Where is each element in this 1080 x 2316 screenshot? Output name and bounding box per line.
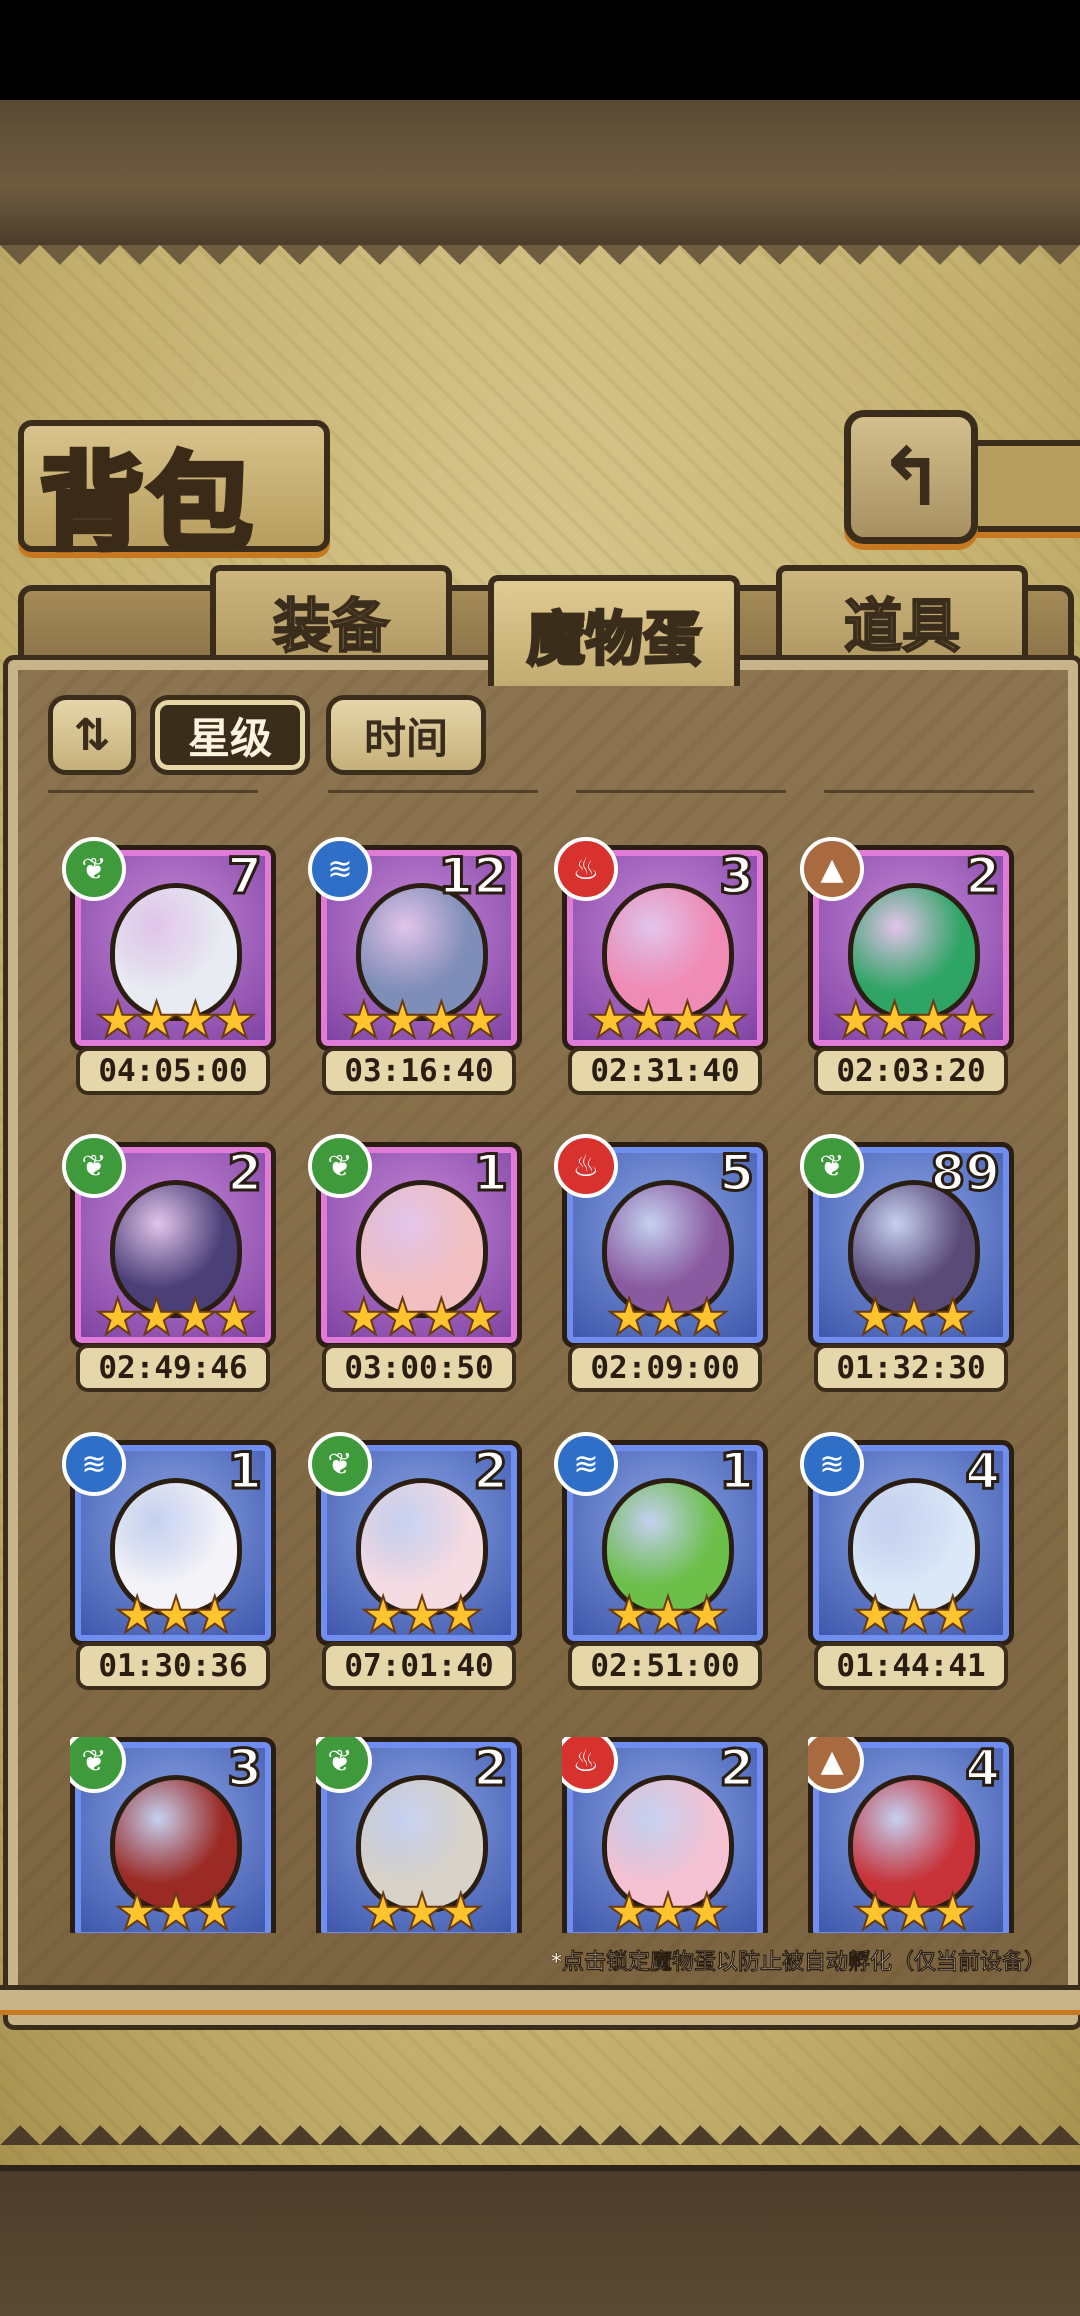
star-rating: ★★★★ xyxy=(94,990,257,1050)
hatch-timer: 02:49:46 xyxy=(76,1344,270,1392)
star-rating: ★★★ xyxy=(852,1882,976,1933)
hatch-timer: 03:16:40 xyxy=(322,1047,516,1095)
water-element-icon: ≋ xyxy=(62,1432,126,1496)
star-rating: ★★★ xyxy=(606,1882,730,1933)
egg-card[interactable]: ❦ 7 ★★★★ 04:05:00 xyxy=(62,837,276,1095)
star-rating: ★★★ xyxy=(114,1882,238,1933)
nature-element-icon: ❦ xyxy=(308,1134,372,1198)
egg-count: 2 xyxy=(964,846,1002,907)
fire-element-icon: ♨ xyxy=(554,1134,618,1198)
map-background-top xyxy=(0,100,1080,251)
sort-order-toggle[interactable]: ⇅ xyxy=(48,695,136,775)
star-rating: ★★★★ xyxy=(586,990,749,1050)
hatch-timer: 02:03:20 xyxy=(814,1047,1008,1095)
egg-card[interactable]: ❦ 89 ★★★ 01:32:30 xyxy=(800,1134,1014,1392)
star-rating: ★★★ xyxy=(852,1287,976,1347)
divider xyxy=(824,790,1034,793)
egg-count: 5 xyxy=(718,1143,756,1204)
parchment-edge-bottom xyxy=(0,2105,1080,2145)
status-bar xyxy=(0,0,1080,100)
nature-element-icon: ❦ xyxy=(800,1134,864,1198)
back-rail xyxy=(964,440,1080,532)
hatch-timer: 04:05:00 xyxy=(76,1047,270,1095)
egg-card[interactable]: ❦ 2 ★★★ xyxy=(316,1737,522,1933)
water-element-icon: ≋ xyxy=(308,837,372,901)
back-button[interactable]: ↰ xyxy=(844,410,978,544)
divider xyxy=(576,790,786,793)
hatch-timer: 01:30:36 xyxy=(76,1642,270,1690)
egg-card[interactable]: ♨ 2 ★★★ xyxy=(562,1737,768,1933)
panel-bottom-rail xyxy=(0,1985,1080,2015)
egg-count: 2 xyxy=(472,1441,510,1502)
tab-monster-eggs[interactable]: 魔物蛋 xyxy=(488,575,740,686)
egg-count: 3 xyxy=(226,1738,264,1799)
star-rating: ★★★ xyxy=(852,1585,976,1645)
egg-count: 3 xyxy=(718,846,756,907)
back-arrow-icon: ↰ xyxy=(877,430,945,524)
egg-count: 1 xyxy=(226,1441,264,1502)
star-rating: ★★★ xyxy=(360,1585,484,1645)
star-rating: ★★★★ xyxy=(94,1287,257,1347)
egg-count: 7 xyxy=(226,846,264,907)
hatch-timer: 03:00:50 xyxy=(322,1344,516,1392)
egg-card[interactable]: ❦ 2 ★★★ 07:01:40 xyxy=(308,1432,522,1690)
egg-card[interactable]: ❦ 1 ★★★★ 03:00:50 xyxy=(308,1134,522,1392)
star-rating: ★★★★ xyxy=(340,990,503,1050)
divider xyxy=(328,790,538,793)
egg-count: 89 xyxy=(929,1143,1002,1204)
star-rating: ★★★★ xyxy=(832,990,995,1050)
star-rating: ★★★ xyxy=(114,1585,238,1645)
egg-count: 2 xyxy=(718,1738,756,1799)
egg-count: 2 xyxy=(226,1143,264,1204)
egg-card[interactable]: ▲ 2 ★★★★ 02:03:20 xyxy=(800,837,1014,1095)
star-rating: ★★★ xyxy=(360,1882,484,1933)
egg-count: 1 xyxy=(472,1143,510,1204)
map-background-bottom xyxy=(0,2165,1080,2316)
egg-card[interactable]: ≋ 12 ★★★★ 03:16:40 xyxy=(308,837,522,1095)
egg-count: 1 xyxy=(718,1441,756,1502)
egg-card[interactable]: ♨ 5 ★★★ 02:09:00 xyxy=(554,1134,768,1392)
tab-equipment[interactable]: 装备 xyxy=(210,565,452,671)
parchment-edge-top xyxy=(0,245,1080,285)
star-rating: ★★★ xyxy=(606,1585,730,1645)
nature-element-icon: ❦ xyxy=(308,1432,372,1496)
hatch-timer: 02:31:40 xyxy=(568,1047,762,1095)
water-element-icon: ≋ xyxy=(800,1432,864,1496)
egg-card[interactable]: ❦ 2 ★★★★ 02:49:46 xyxy=(62,1134,276,1392)
egg-count: 12 xyxy=(437,846,510,907)
egg-card[interactable]: ♨ 3 ★★★★ 02:31:40 xyxy=(554,837,768,1095)
page-title: 背包 xyxy=(37,438,257,567)
egg-card[interactable]: ≋ 1 ★★★ 02:51:00 xyxy=(554,1432,768,1690)
divider xyxy=(48,790,258,793)
egg-card[interactable]: ≋ 1 ★★★ 01:30:36 xyxy=(62,1432,276,1690)
sort-by-star-button[interactable]: 星级 xyxy=(150,695,310,775)
star-rating: ★★★★ xyxy=(340,1287,503,1347)
water-element-icon: ≋ xyxy=(554,1432,618,1496)
egg-count: 4 xyxy=(964,1738,1002,1799)
hatch-timer: 07:01:40 xyxy=(322,1642,516,1690)
nature-element-icon: ❦ xyxy=(62,1134,126,1198)
nature-element-icon: ❦ xyxy=(62,837,126,901)
egg-card[interactable]: ≋ 4 ★★★ 01:44:41 xyxy=(800,1432,1014,1690)
hatch-timer: 01:32:30 xyxy=(814,1344,1008,1392)
lock-hint-text: *点击锁定魔物蛋以防止被自动孵化（仅当前设备） xyxy=(550,1950,1046,1976)
hatch-timer: 02:09:00 xyxy=(568,1344,762,1392)
hatch-timer: 02:51:00 xyxy=(568,1642,762,1690)
star-rating: ★★★ xyxy=(606,1287,730,1347)
tab-items[interactable]: 道具 xyxy=(776,565,1028,671)
sort-by-time-button[interactable]: 时间 xyxy=(326,695,486,775)
earth-element-icon: ▲ xyxy=(800,837,864,901)
egg-count: 2 xyxy=(472,1738,510,1799)
egg-card[interactable]: ▲ 4 ★★★ xyxy=(808,1737,1014,1933)
egg-count: 4 xyxy=(964,1441,1002,1502)
hatch-timer: 01:44:41 xyxy=(814,1642,1008,1690)
egg-card[interactable]: ❦ 3 ★★★ xyxy=(70,1737,276,1933)
fire-element-icon: ♨ xyxy=(554,837,618,901)
